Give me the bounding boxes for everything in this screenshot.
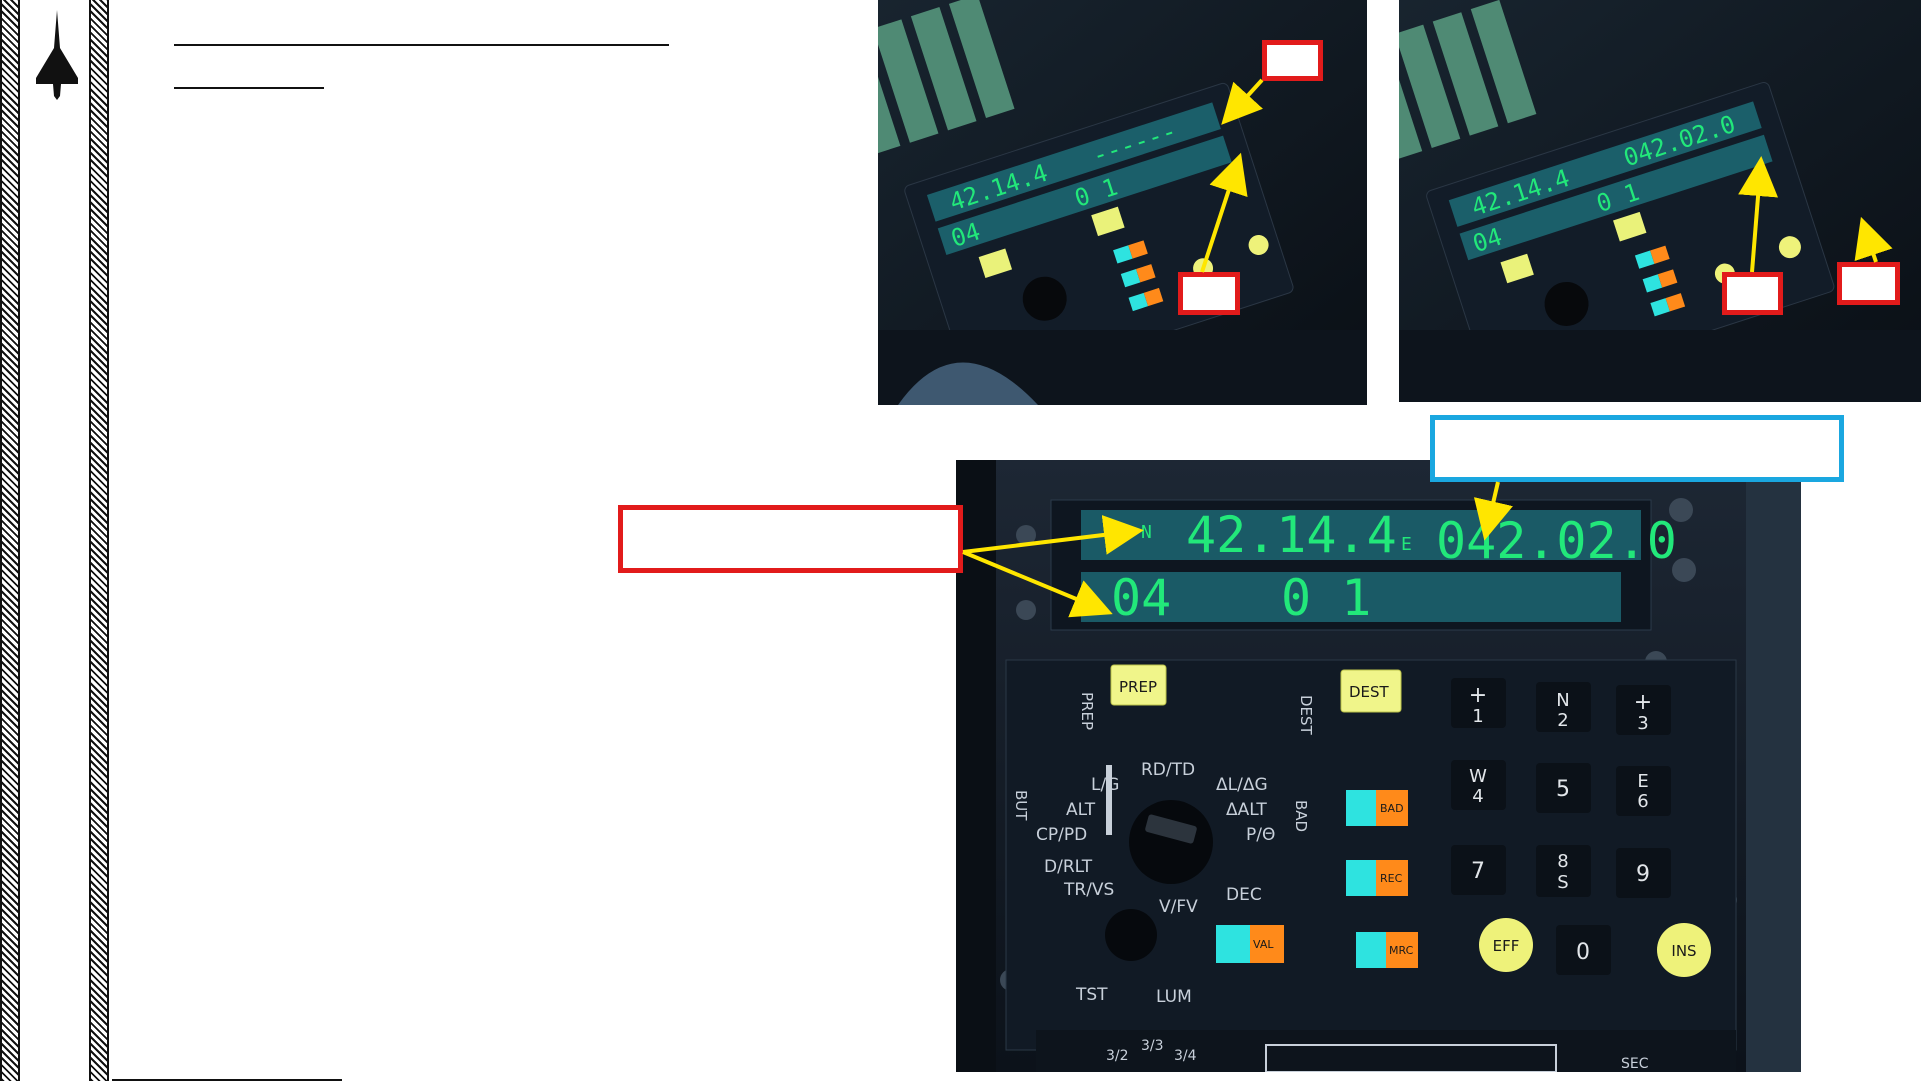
label-vfv: V/FV [1159,897,1198,917]
callout-top-left-1 [1262,40,1323,81]
key-0: 0 [1576,940,1590,965]
key-4: 4 [1472,786,1483,807]
but-vertical-label: BUT [1012,790,1030,821]
key-1: 1 [1472,706,1483,727]
key-7: 7 [1471,859,1485,884]
callout-top-right-2 [1837,262,1900,305]
key-eff: EFF [1493,937,1520,955]
bottom-label-32: 3/2 [1106,1048,1129,1064]
key-6: 6 [1637,791,1648,812]
display-field-a: 04 [1111,569,1171,627]
label-lg: L/G [1091,775,1119,795]
label-ptheta: P/Θ [1246,825,1275,845]
indicator-val: VAL [1253,938,1274,951]
label-dldg: ΔL/ΔG [1216,775,1268,795]
prep-vertical-label: PREP [1078,692,1096,730]
key-9: 9 [1636,862,1650,887]
indicator-mrc: MRC [1389,944,1414,957]
indicator-bad: BAD [1380,802,1404,815]
label-cppd: CP/PD [1036,825,1087,845]
subtitle-underline [174,87,324,89]
callout-main-top [1430,415,1844,482]
title-underline [174,44,669,46]
key-ins: INS [1671,942,1696,960]
key-4-top: W [1469,766,1487,787]
photo-top-right: 42.14.4 042.02.0 04 0 1 [1399,0,1921,402]
bottom-label-sec: SEC [1621,1056,1649,1072]
key-8-top: 8 [1557,851,1568,872]
label-lum: LUM [1156,987,1192,1007]
prep-button-label: PREP [1119,678,1157,696]
callout-main-left [618,505,963,573]
display-lon-prefix: E [1401,534,1412,555]
key-1-top: + [1469,683,1487,708]
aircraft-silhouette-icon [30,8,84,103]
display-latitude: 42.14.4 [1186,506,1397,564]
key-3-top: + [1634,690,1652,715]
indicator-rec: REC [1380,872,1403,885]
label-drlt: D/RLT [1044,857,1093,877]
left-hatched-bar [0,0,20,1081]
bad-vertical-label: BAD [1292,800,1310,832]
key-2-top: N [1556,690,1569,711]
display-longitude: 042.02.0 [1436,512,1677,570]
key-6-top: E [1637,771,1648,792]
dest-button-label: DEST [1349,683,1390,701]
bottom-label-34: 3/4 [1174,1048,1197,1064]
display-lat-prefix: N [1141,522,1152,543]
label-dec: DEC [1226,885,1262,905]
callout-top-left-2 [1178,272,1240,315]
label-tst: TST [1075,985,1108,1005]
bottom-label-33: 3/3 [1141,1038,1164,1054]
label-dalt: ΔALT [1226,800,1267,820]
display-field-b: 0 1 [1281,569,1371,627]
key-5: 5 [1556,777,1570,802]
key-8: S [1557,872,1568,893]
callout-top-right-1 [1722,272,1783,315]
dest-vertical-label: DEST [1297,695,1315,736]
photo-main-panel: N 42.14.4 E 042.02.0 04 0 1 PREP DEST PR… [956,460,1801,1072]
key-3: 3 [1637,713,1648,734]
label-rdtd: RD/TD [1141,760,1195,780]
right-hatched-bar [89,0,109,1081]
label-trvs: TR/VS [1063,880,1114,900]
label-alt: ALT [1066,800,1096,820]
key-2: 2 [1557,710,1568,731]
